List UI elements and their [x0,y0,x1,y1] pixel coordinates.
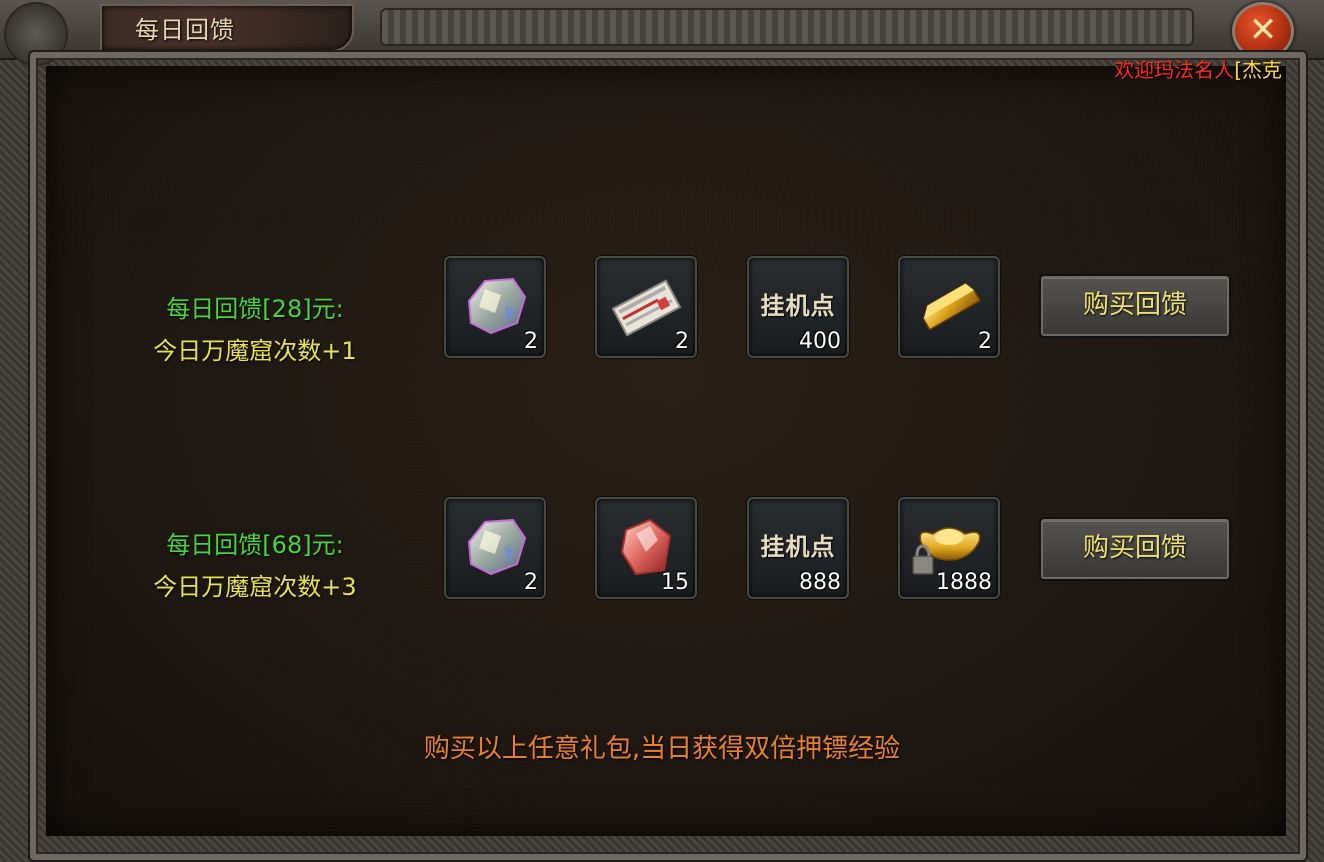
package-price: 每日回馈[28]元: [166,295,344,323]
footer-note: 购买以上任意礼包,当日获得双倍押镖经验 [423,734,901,764]
welcome-marquee: 欢迎玛法名人[杰克 [1114,54,1282,84]
welcome-text: 欢迎玛法名人 [1114,58,1235,82]
item-count: 400 [799,329,841,354]
item-slot[interactable]: 挂机点 400 [747,256,849,358]
item-count: 15 [661,570,689,595]
content-panel [46,66,1286,836]
item-count: 2 [978,329,992,354]
close-icon: ✕ [1248,10,1278,50]
package-2-label: 每日回馈[68]元: 今日万魔窟次数+3 [125,524,385,608]
ore-crystal-icon [467,277,527,335]
item-count: 2 [675,329,689,354]
buy-package-button[interactable]: 购买回馈 [1041,276,1229,336]
buy-package-button[interactable]: 购买回馈 [1041,519,1229,579]
item-slot[interactable]: 2 [444,497,546,599]
top-ornament [380,8,1194,46]
scroll-ticket-icon [611,279,682,337]
idle-points-icon: 挂机点 [760,291,836,320]
item-slot[interactable]: 2 [595,256,697,358]
item-slot[interactable]: 2 [898,256,1000,358]
item-count: 1888 [936,570,992,595]
item-slot[interactable]: 15 [595,497,697,599]
gold-bar-icon [922,282,982,331]
package-price: 每日回馈[68]元: [166,531,344,559]
item-slot[interactable]: 2 [444,256,546,358]
window-title: 每日回馈 [135,16,235,44]
item-count: 2 [524,329,538,354]
item-slot[interactable]: 1888 [898,497,1000,599]
item-count: 888 [799,570,841,595]
ore-crystal-icon [467,518,527,576]
welcome-player-name: [杰克 [1234,58,1282,82]
item-slot[interactable]: 挂机点 888 [747,497,849,599]
package-bonus: 今日万魔窟次数+1 [153,337,357,365]
package-1-label: 每日回馈[28]元: 今日万魔窟次数+1 [125,288,385,372]
package-bonus: 今日万魔窟次数+3 [153,573,357,601]
item-count: 2 [524,570,538,595]
idle-points-icon: 挂机点 [760,532,836,561]
